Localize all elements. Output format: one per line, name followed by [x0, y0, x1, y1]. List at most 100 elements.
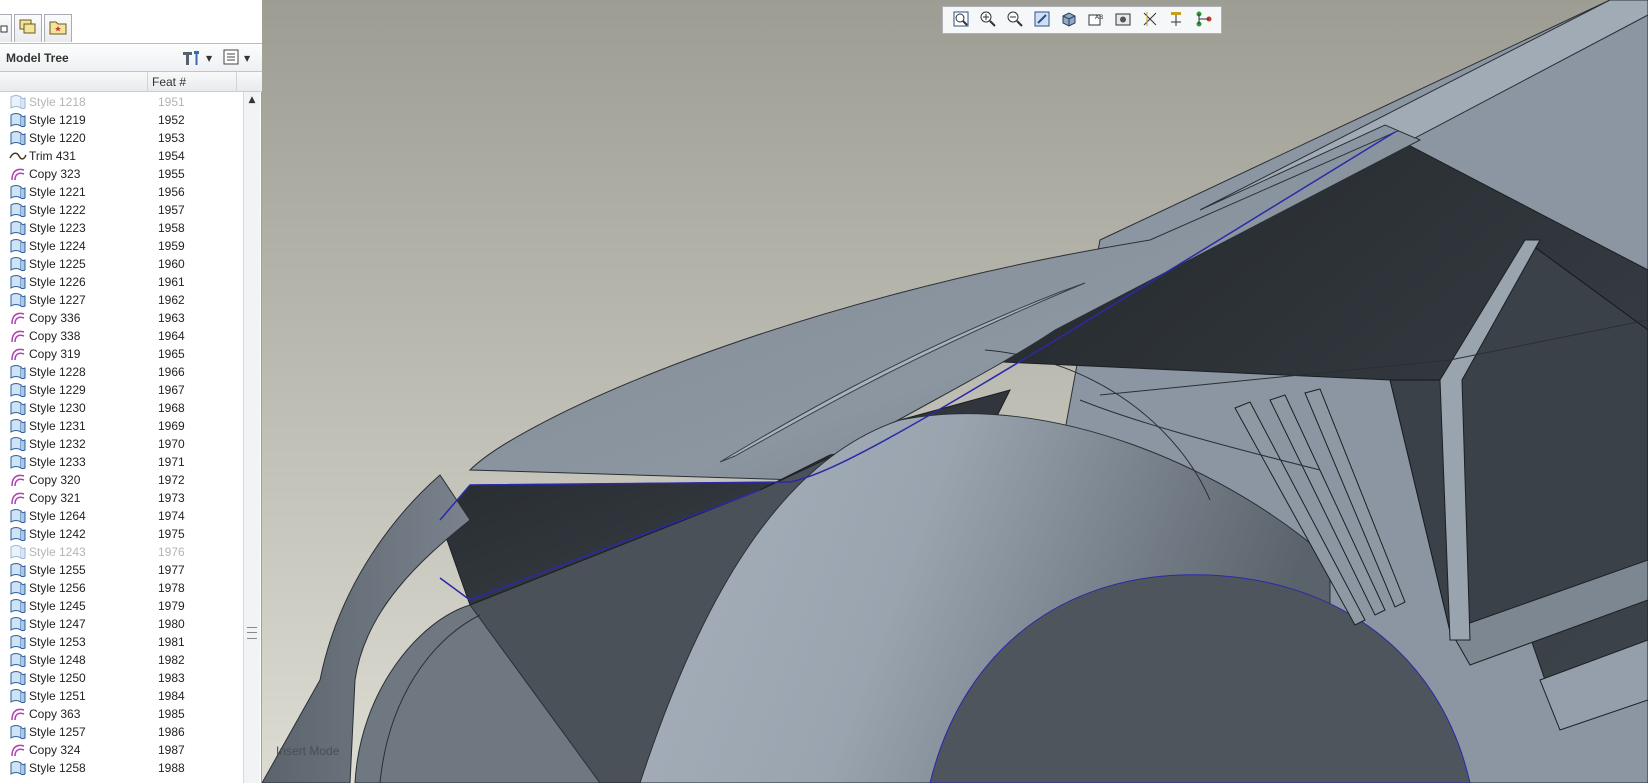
tree-row[interactable]: Trim 431 1954: [0, 147, 242, 165]
style-feature-icon: [9, 508, 27, 524]
display-style-button[interactable]: [1055, 8, 1082, 32]
tree-row[interactable]: Copy 321 1973: [0, 489, 242, 507]
tree-row[interactable]: Style 1253 1981: [0, 633, 242, 651]
tree-row[interactable]: Copy 338 1964: [0, 327, 242, 345]
tree-row[interactable]: Style 1224 1959: [0, 237, 242, 255]
tree-row[interactable]: Style 1242 1975: [0, 525, 242, 543]
tree-row[interactable]: Style 1225 1960: [0, 255, 242, 273]
tree-row[interactable]: Style 1231 1969: [0, 417, 242, 435]
copy-feature-icon: [9, 310, 27, 326]
tree-row[interactable]: Copy 324 1987: [0, 741, 242, 759]
feature-name: Copy 324: [29, 743, 81, 757]
column-divider: [236, 72, 237, 92]
tree-column-header: Feat #: [0, 72, 262, 92]
scroll-up-arrow-icon[interactable]: ▲: [244, 92, 260, 108]
hammer-tools-icon: [180, 48, 202, 69]
navigator-tab-strip: [0, 0, 262, 44]
tree-row[interactable]: Style 1218 1951: [0, 93, 242, 111]
feature-name: Style 1231: [29, 419, 86, 433]
tree-row[interactable]: Style 1251 1984: [0, 687, 242, 705]
copy-feature-icon: [9, 490, 27, 506]
feature-name: Style 1228: [29, 365, 86, 379]
tree-row[interactable]: Style 1222 1957: [0, 201, 242, 219]
tree-row[interactable]: Copy 336 1963: [0, 309, 242, 327]
style-feature-icon: [9, 94, 27, 110]
tree-scrollbar[interactable]: ▲: [243, 92, 260, 783]
tree-row[interactable]: Style 1258 1988: [0, 759, 242, 777]
datum-display-button[interactable]: [1136, 8, 1163, 32]
saved-views-icon: AB: [1087, 10, 1105, 31]
tree-row[interactable]: Style 1219 1952: [0, 111, 242, 129]
tree-row[interactable]: Style 1245 1979: [0, 597, 242, 615]
tree-row[interactable]: Copy 320 1972: [0, 471, 242, 489]
style-feature-icon: [9, 364, 27, 380]
tree-row[interactable]: Style 1247 1980: [0, 615, 242, 633]
tree-row[interactable]: Style 1233 1971: [0, 453, 242, 471]
feature-number: 1964: [158, 329, 185, 343]
tree-row[interactable]: Style 1256 1978: [0, 579, 242, 597]
zoom-in-button[interactable]: [974, 8, 1001, 32]
tree-row[interactable]: Copy 323 1955: [0, 165, 242, 183]
show-menu-button[interactable]: ▼: [222, 48, 258, 68]
repaint-button[interactable]: [1028, 8, 1055, 32]
style-feature-icon: [9, 256, 27, 272]
graphics-window[interactable]: AB Insert Mode: [262, 0, 1648, 783]
tree-row[interactable]: Style 1255 1977: [0, 561, 242, 579]
feature-number: 1970: [158, 437, 185, 451]
svg-text:AB: AB: [1095, 14, 1103, 21]
feature-name: Style 1242: [29, 527, 86, 541]
feature-number: 1951: [158, 95, 185, 109]
column-header-feat[interactable]: Feat #: [152, 75, 186, 89]
tree-row[interactable]: Style 1223 1958: [0, 219, 242, 237]
tab-favorites[interactable]: [44, 14, 72, 42]
tree-row[interactable]: Style 1257 1986: [0, 723, 242, 741]
model-viewport[interactable]: [262, 0, 1648, 783]
tree-row[interactable]: Style 1248 1982: [0, 651, 242, 669]
feature-name: Style 1245: [29, 599, 86, 613]
feature-number: 1983: [158, 671, 185, 685]
zoom-out-button[interactable]: [1001, 8, 1028, 32]
feature-name: Style 1226: [29, 275, 86, 289]
feature-name: Style 1264: [29, 509, 86, 523]
feature-number: 1988: [158, 761, 185, 775]
tree-row[interactable]: Style 1250 1983: [0, 669, 242, 687]
view-manager-button[interactable]: [1109, 8, 1136, 32]
style-feature-icon: [9, 616, 27, 632]
tree-row[interactable]: Style 1227 1962: [0, 291, 242, 309]
tree-row[interactable]: Copy 363 1985: [0, 705, 242, 723]
tree-row[interactable]: Style 1220 1953: [0, 129, 242, 147]
feature-name: Copy 323: [29, 167, 81, 181]
tree-row[interactable]: Copy 319 1965: [0, 345, 242, 363]
feature-number: 1966: [158, 365, 185, 379]
feature-number: 1958: [158, 221, 185, 235]
tree-row[interactable]: Style 1221 1956: [0, 183, 242, 201]
feature-name: Style 1251: [29, 689, 86, 703]
tree-row[interactable]: Style 1243 1976: [0, 543, 242, 561]
saved-views-button[interactable]: AB: [1082, 8, 1109, 32]
refit-button[interactable]: [947, 8, 974, 32]
feature-name: Style 1255: [29, 563, 86, 577]
tree-row[interactable]: Style 1230 1968: [0, 399, 242, 417]
feature-name: Style 1230: [29, 401, 86, 415]
tree-row[interactable]: Style 1232 1970: [0, 435, 242, 453]
tab-collapsed[interactable]: [0, 14, 12, 42]
tree-row[interactable]: Style 1226 1961: [0, 273, 242, 291]
feature-name: Style 1220: [29, 131, 86, 145]
scroll-thumb-grip[interactable]: [247, 627, 257, 639]
model-tree-title: Model Tree: [6, 51, 69, 65]
tree-row[interactable]: Style 1228 1966: [0, 363, 242, 381]
tab-layers[interactable]: [14, 14, 42, 42]
column-header-name[interactable]: [0, 72, 148, 92]
spin-center-button[interactable]: [1163, 8, 1190, 32]
annotation-display-button[interactable]: [1190, 8, 1217, 32]
feature-number: 1952: [158, 113, 185, 127]
style-feature-icon: [9, 418, 27, 434]
feature-name: Style 1243: [29, 545, 86, 559]
feature-number: 1961: [158, 275, 185, 289]
feature-number: 1987: [158, 743, 185, 757]
tree-row[interactable]: Style 1229 1967: [0, 381, 242, 399]
tree-row[interactable]: Style 1264 1974: [0, 507, 242, 525]
tree-settings-button[interactable]: ▼: [180, 48, 214, 68]
feature-number: 1955: [158, 167, 185, 181]
feature-name: Style 1253: [29, 635, 86, 649]
